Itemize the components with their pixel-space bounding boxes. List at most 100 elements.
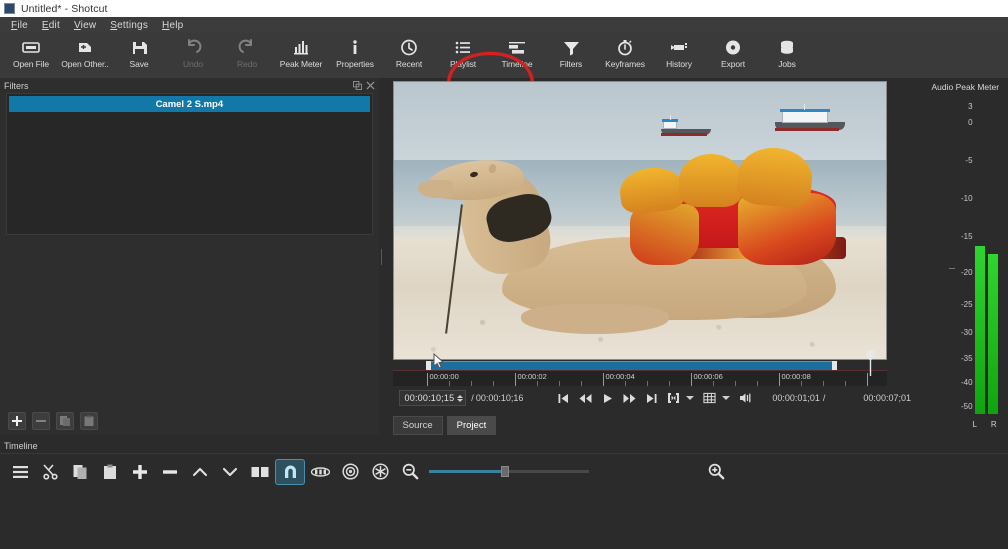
history-icon <box>669 37 689 57</box>
zoom-slider-fill <box>429 470 501 473</box>
list-item[interactable]: Camel 2 S.mp4 <box>9 96 370 112</box>
filters-panel-title: Filters <box>4 80 29 91</box>
remove-filter-button[interactable] <box>32 412 50 430</box>
timeline-panel-title: Timeline <box>4 441 38 451</box>
toolbar-save[interactable]: Save <box>112 33 166 69</box>
timeline-split-button[interactable] <box>245 459 275 485</box>
add-filter-button[interactable] <box>8 412 26 430</box>
menu-file[interactable]: File <box>5 19 36 32</box>
timeline-lift-button[interactable] <box>185 459 215 485</box>
toolbar-filters[interactable]: Filters <box>544 33 598 69</box>
timeline-ripple-all-button[interactable] <box>365 459 395 485</box>
paste-icon <box>104 464 116 479</box>
menu-help[interactable]: Help <box>156 19 191 32</box>
toolbar-export[interactable]: Export <box>706 33 760 69</box>
volume-icon[interactable] <box>739 392 752 404</box>
skip-to-next-icon[interactable] <box>645 393 658 404</box>
audio-level-bars <box>974 246 998 414</box>
tab-project[interactable]: Project <box>446 416 497 435</box>
video-preview[interactable] <box>392 81 887 361</box>
toolbar-open-other[interactable]: Open Other.. <box>58 33 112 69</box>
toolbar-keyframes[interactable]: Keyframes <box>598 33 652 69</box>
trim-bar[interactable] <box>393 353 887 371</box>
toolbar-keyframes-label: Keyframes <box>605 59 645 69</box>
zoom-slider-handle[interactable] <box>501 466 509 477</box>
float-panel-icon[interactable] <box>352 81 362 90</box>
filters-list[interactable]: Camel 2 S.mp4 <box>6 93 373 235</box>
selected-duration-value: 00:00:07;01 <box>863 393 911 404</box>
toolbar-open-other-label: Open Other.. <box>61 59 109 69</box>
toolbar-timeline-label: Timeline <box>501 59 533 69</box>
copy-icon <box>73 464 86 479</box>
position-spinner[interactable] <box>457 394 464 402</box>
grid-dropdown-icon[interactable] <box>722 396 731 401</box>
timeline-scrub-button[interactable] <box>305 459 335 485</box>
paste-filters-button[interactable] <box>80 412 98 430</box>
toolbar-jobs[interactable]: Jobs <box>760 33 814 69</box>
timeline-zoom-in-button[interactable] <box>701 459 731 485</box>
playhead-icon[interactable] <box>866 350 875 377</box>
export-icon <box>724 37 742 57</box>
timeline-copy-button[interactable] <box>65 459 95 485</box>
ruler-label-0: 00:00:00 <box>429 372 459 382</box>
position-field[interactable]: 00:00:10;15 <box>398 390 467 407</box>
grid-icon[interactable] <box>703 392 716 404</box>
play-icon[interactable] <box>601 393 614 404</box>
ripple-all-tracks-icon <box>371 463 389 480</box>
timeline-tracks-area[interactable] <box>0 489 1008 547</box>
timeline-menu-button[interactable] <box>5 459 35 485</box>
filters-actions <box>0 407 379 435</box>
menu-view[interactable]: View <box>68 19 104 32</box>
timeline-append-button[interactable] <box>125 459 155 485</box>
timeline-ripple-delete-button[interactable] <box>155 459 185 485</box>
toolbar-recent[interactable]: Recent <box>382 33 436 69</box>
in-point-handle[interactable] <box>425 361 431 371</box>
toolbar-peak-meter[interactable]: Peak Meter <box>274 33 328 69</box>
ruler-label-3: 00:00:06 <box>693 372 723 382</box>
preview-image <box>393 82 886 360</box>
timeline-cut-button[interactable] <box>35 459 65 485</box>
zoom-slider-track[interactable] <box>429 466 589 477</box>
selected-range[interactable] <box>430 361 832 371</box>
player-tabs: Source Project <box>392 416 923 435</box>
ruler-label-1: 00:00:02 <box>517 372 547 382</box>
timeline-ripple-button[interactable] <box>335 459 365 485</box>
toolbar-open-file[interactable]: Open File <box>4 33 58 69</box>
in-out-point-icon[interactable] <box>667 392 680 404</box>
player-scrubber[interactable]: 00:00:00 00:00:02 00:00:04 00:00:06 00:0… <box>392 350 887 387</box>
toolbar-redo: Redo <box>220 33 274 69</box>
filters-panel: Filters Camel 2 S.mp4 <box>0 78 379 435</box>
copy-filters-button[interactable] <box>56 412 74 430</box>
apm-label-6: -25 <box>960 300 973 309</box>
fast-forward-icon[interactable] <box>623 393 636 404</box>
toolbar-properties[interactable]: Properties <box>328 33 382 69</box>
toolbar-timeline[interactable]: Timeline <box>490 33 544 69</box>
toolbar-export-label: Export <box>721 59 745 69</box>
filters-panel-header: Filters <box>0 78 379 93</box>
timeline-paste-button[interactable] <box>95 459 125 485</box>
timeline-snap-button[interactable] <box>275 458 305 485</box>
close-panel-icon[interactable] <box>366 81 375 90</box>
timeline-overwrite-button[interactable] <box>215 459 245 485</box>
jobs-icon <box>778 37 796 57</box>
menu-edit[interactable]: Edit <box>36 19 68 32</box>
timeline-zoom-slider[interactable] <box>429 466 589 477</box>
time-ruler[interactable]: 00:00:00 00:00:02 00:00:04 00:00:06 00:0… <box>392 370 887 387</box>
filters-funnel-icon <box>562 37 581 57</box>
toolbar-playlist[interactable]: Playlist <box>436 33 490 69</box>
in-out-dropdown-icon[interactable] <box>686 396 695 401</box>
audio-peak-meter-panel: Audio Peak Meter 3 0 -5 -10 -15 -20 -25 … <box>922 78 1008 435</box>
tab-source[interactable]: Source <box>392 416 443 435</box>
out-point-handle[interactable] <box>831 361 837 371</box>
skip-to-start-icon[interactable] <box>557 393 570 404</box>
timeline-zoom-out-button[interactable] <box>395 459 425 485</box>
split-icon <box>251 466 269 477</box>
position-value: 00:00:10;15 <box>404 393 455 404</box>
recent-icon <box>400 37 418 57</box>
menu-settings[interactable]: Settings <box>104 19 156 32</box>
rewind-icon[interactable] <box>579 393 592 404</box>
audio-peak-meter-title: Audio Peak Meter <box>931 82 1000 92</box>
main-toolbar: Open File Open Other.. Save Undo Redo Pe… <box>0 33 1008 113</box>
toolbar-history[interactable]: History <box>652 33 706 69</box>
duration-separator: / <box>471 393 474 404</box>
